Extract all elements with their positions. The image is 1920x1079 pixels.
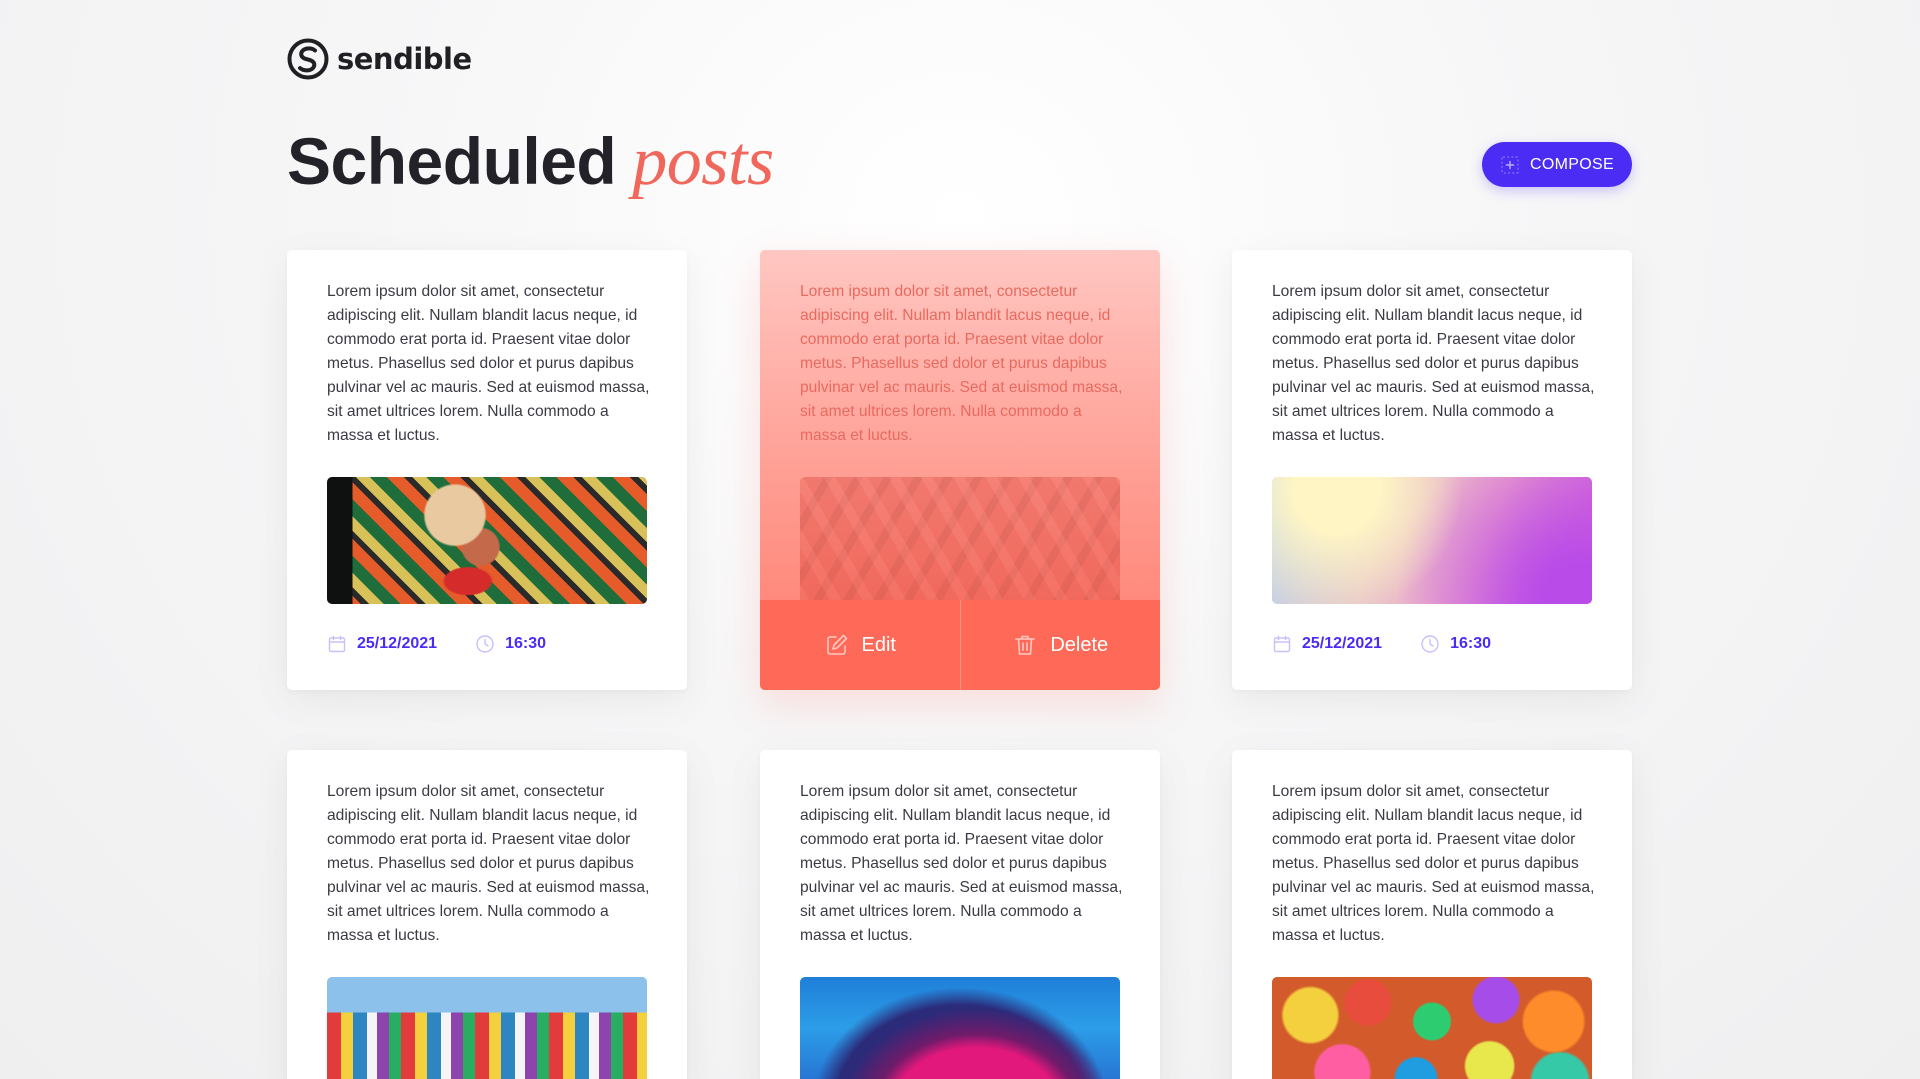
compose-button[interactable]: COMPOSE: [1482, 142, 1632, 187]
post-card[interactable]: Lorem ipsum dolor sit amet, consectetur …: [760, 750, 1160, 1079]
delete-button[interactable]: Delete: [959, 600, 1161, 690]
page-title-accent: posts: [632, 123, 774, 200]
clock-icon: [1421, 635, 1439, 653]
page-title: Scheduled posts: [287, 122, 774, 202]
post-time-value: 16:30: [1450, 635, 1491, 652]
page: sendible Scheduled posts COMPOSE Lorem i…: [0, 0, 1920, 1079]
post-text: Lorem ipsum dolor sit amet, consectetur …: [800, 783, 1123, 944]
edit-label: Edit: [861, 633, 896, 656]
sendible-logo-icon: [287, 38, 329, 80]
post-text: Lorem ipsum dolor sit amet, consectetur …: [1272, 783, 1595, 944]
post-schedule: 25/12/2021 16:30: [1272, 634, 1491, 654]
edit-icon: [826, 634, 847, 655]
post-card[interactable]: Lorem ipsum dolor sit amet, consectetur …: [287, 250, 687, 690]
brand-logo[interactable]: sendible: [287, 38, 472, 80]
page-title-main: Scheduled: [287, 124, 617, 198]
post-card-hovered[interactable]: Lorem ipsum dolor sit amet, consectetur …: [760, 250, 1160, 690]
delete-label: Delete: [1050, 633, 1109, 656]
post-text: Lorem ipsum dolor sit amet, consectetur …: [327, 283, 650, 444]
trash-icon: [1015, 635, 1036, 655]
street-art-face-image: [327, 477, 647, 604]
post-time-value: 16:30: [505, 635, 546, 652]
clock-icon: [476, 635, 494, 653]
calendar-icon: [328, 635, 346, 653]
gradient-image: [1272, 477, 1592, 604]
post-schedule: 25/12/2021 16:30: [327, 634, 546, 654]
edit-button[interactable]: Edit: [760, 600, 960, 690]
post-card[interactable]: Lorem ipsum dolor sit amet, consectetur …: [287, 750, 687, 1079]
post-date-value: 25/12/2021: [357, 635, 438, 652]
post-card[interactable]: Lorem ipsum dolor sit amet, consectetur …: [1232, 250, 1632, 690]
post-actions: Edit Delete: [760, 600, 1160, 690]
post-date-value: 25/12/2021: [1302, 635, 1383, 652]
post-text: Lorem ipsum dolor sit amet, consectetur …: [800, 283, 1123, 444]
compose-icon: [1501, 155, 1519, 174]
agate-slice-image: [800, 977, 1120, 1079]
post-text: Lorem ipsum dolor sit amet, consectetur …: [1272, 283, 1595, 444]
post-date: 25/12/2021: [327, 634, 437, 654]
post-time: 16:30: [1420, 634, 1491, 654]
post-date: 25/12/2021: [1272, 634, 1382, 654]
post-time: 16:30: [475, 634, 546, 654]
colorful-building-image: [327, 977, 647, 1079]
colorful-balls-image: [1272, 977, 1592, 1079]
brand-name: sendible: [337, 42, 472, 76]
post-card[interactable]: Lorem ipsum dolor sit amet, consectetur …: [1232, 750, 1632, 1079]
compose-label: COMPOSE: [1530, 155, 1614, 173]
post-text: Lorem ipsum dolor sit amet, consectetur …: [327, 783, 650, 944]
geometric-pattern-image: [800, 477, 1120, 604]
calendar-icon: [1273, 635, 1291, 653]
